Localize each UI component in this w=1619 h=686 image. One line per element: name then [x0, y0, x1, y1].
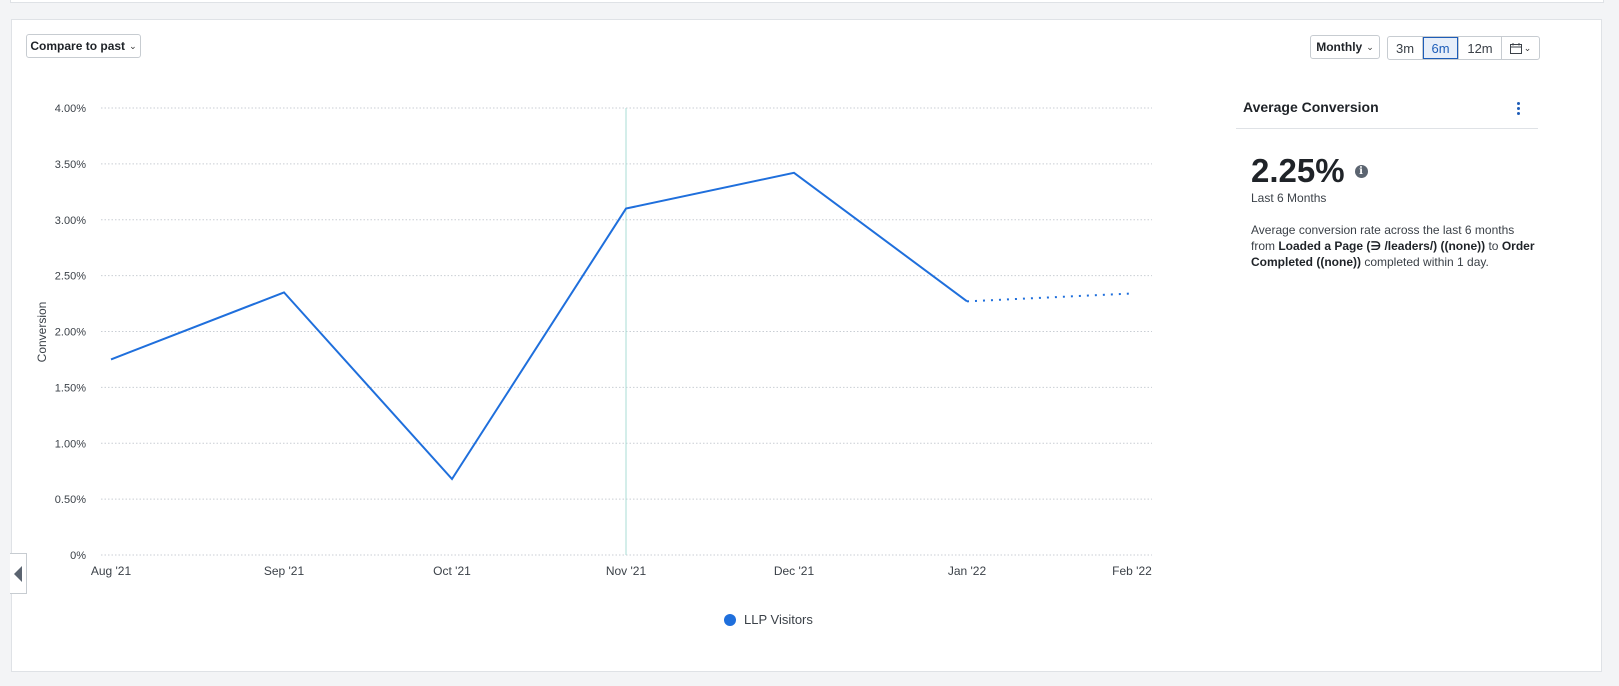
info-icon[interactable]: i	[1354, 164, 1368, 178]
y-tick-label: 3.00%	[55, 215, 86, 227]
x-tick-label: Sep '21	[264, 564, 305, 578]
x-tick-label: Oct '21	[433, 564, 471, 578]
y-tick-label: 0.50%	[55, 494, 86, 506]
y-tick-label: 2.00%	[55, 327, 86, 339]
x-tick-label: Jan '22	[948, 564, 987, 578]
x-tick-label: Dec '21	[774, 564, 815, 578]
summary-title: Average Conversion	[1243, 99, 1379, 115]
y-tick-label: 4.00%	[55, 103, 86, 115]
y-tick-label: 0%	[70, 550, 86, 562]
caret-left-icon	[14, 565, 22, 582]
x-tick-label: Nov '21	[606, 564, 647, 578]
y-tick-label: 2.50%	[55, 271, 86, 283]
chart-legend[interactable]: LLP Visitors	[724, 612, 813, 627]
summary-description: Average conversion rate across the last …	[1251, 222, 1541, 270]
series-line	[110, 171, 968, 481]
summary-value: 2.25%	[1251, 152, 1345, 189]
desc-mid: to	[1485, 239, 1502, 253]
legend-label: LLP Visitors	[744, 612, 813, 627]
from-event: Loaded a Page (∋ /leaders/) ((none))	[1278, 239, 1486, 253]
y-tick-label: 1.50%	[55, 382, 86, 394]
desc-suffix: completed within 1 day.	[1361, 255, 1489, 269]
summary-period: Last 6 Months	[1251, 191, 1327, 205]
more-options-icon[interactable]	[1512, 100, 1524, 116]
x-tick-label: Feb '22	[1112, 564, 1152, 578]
summary-panel: Average Conversion 2.25% i Last 6 Months…	[1236, 92, 1538, 269]
legend-swatch	[724, 613, 736, 626]
x-tick-label: Aug '21	[91, 564, 132, 578]
summary-value-row: 2.25% i	[1251, 152, 1368, 190]
y-tick-label: 3.50%	[55, 159, 86, 171]
summary-header: Average Conversion	[1236, 92, 1538, 129]
series-line-incomplete	[966, 292, 1133, 303]
collapse-panel-button[interactable]	[10, 553, 27, 594]
y-tick-label: 1.00%	[55, 438, 86, 450]
